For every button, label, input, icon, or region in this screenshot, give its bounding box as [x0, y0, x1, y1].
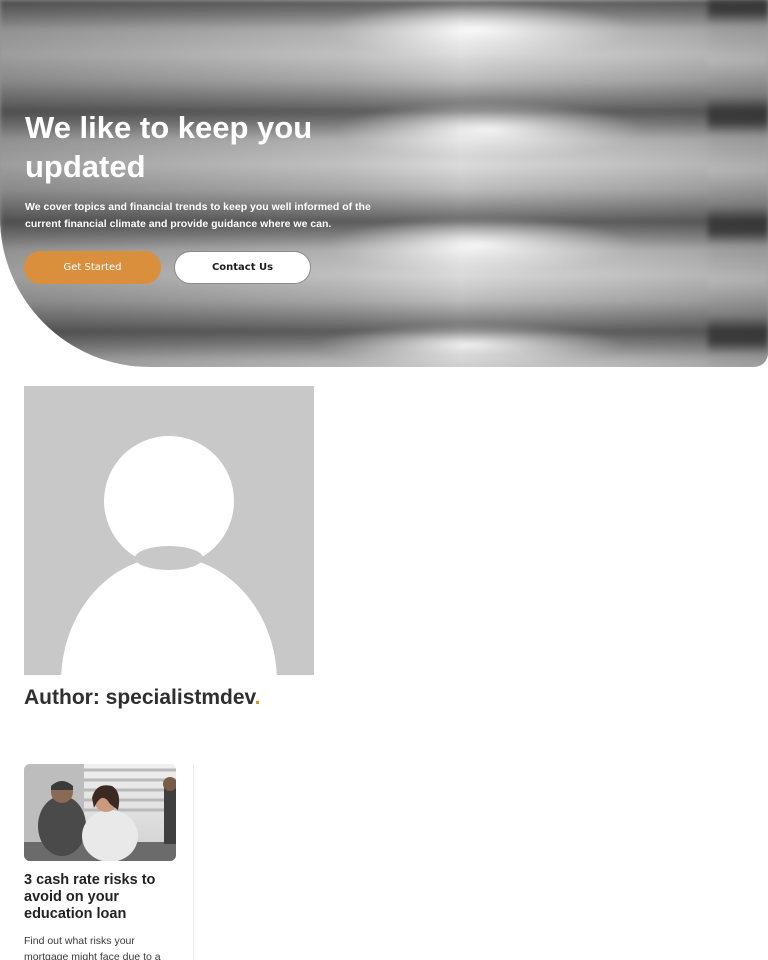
post-excerpt: Find out what risks your mortgage might … — [24, 935, 161, 960]
hero-title: We like to keep you updated — [25, 110, 313, 184]
hero-subtitle: We cover topics and financial trends to … — [25, 201, 371, 230]
card-divider — [193, 764, 194, 960]
default-avatar-icon — [24, 386, 314, 675]
post-thumbnail[interactable] — [24, 764, 176, 861]
author-heading-dot: . — [254, 686, 261, 709]
hero-banner: We like to keep you updated We cover top… — [0, 0, 768, 367]
author-heading-label: Author: specialistmdev — [24, 686, 255, 709]
author-heading: Author: specialistmdev. — [24, 684, 261, 712]
post-title[interactable]: 3 cash rate risks to avoid on your educa… — [24, 872, 174, 923]
author-avatar — [24, 386, 314, 675]
post-thumbnail-photo — [24, 764, 176, 861]
contact-us-button[interactable]: Contact Us — [174, 251, 311, 284]
get-started-button[interactable]: Get Started — [24, 251, 161, 284]
